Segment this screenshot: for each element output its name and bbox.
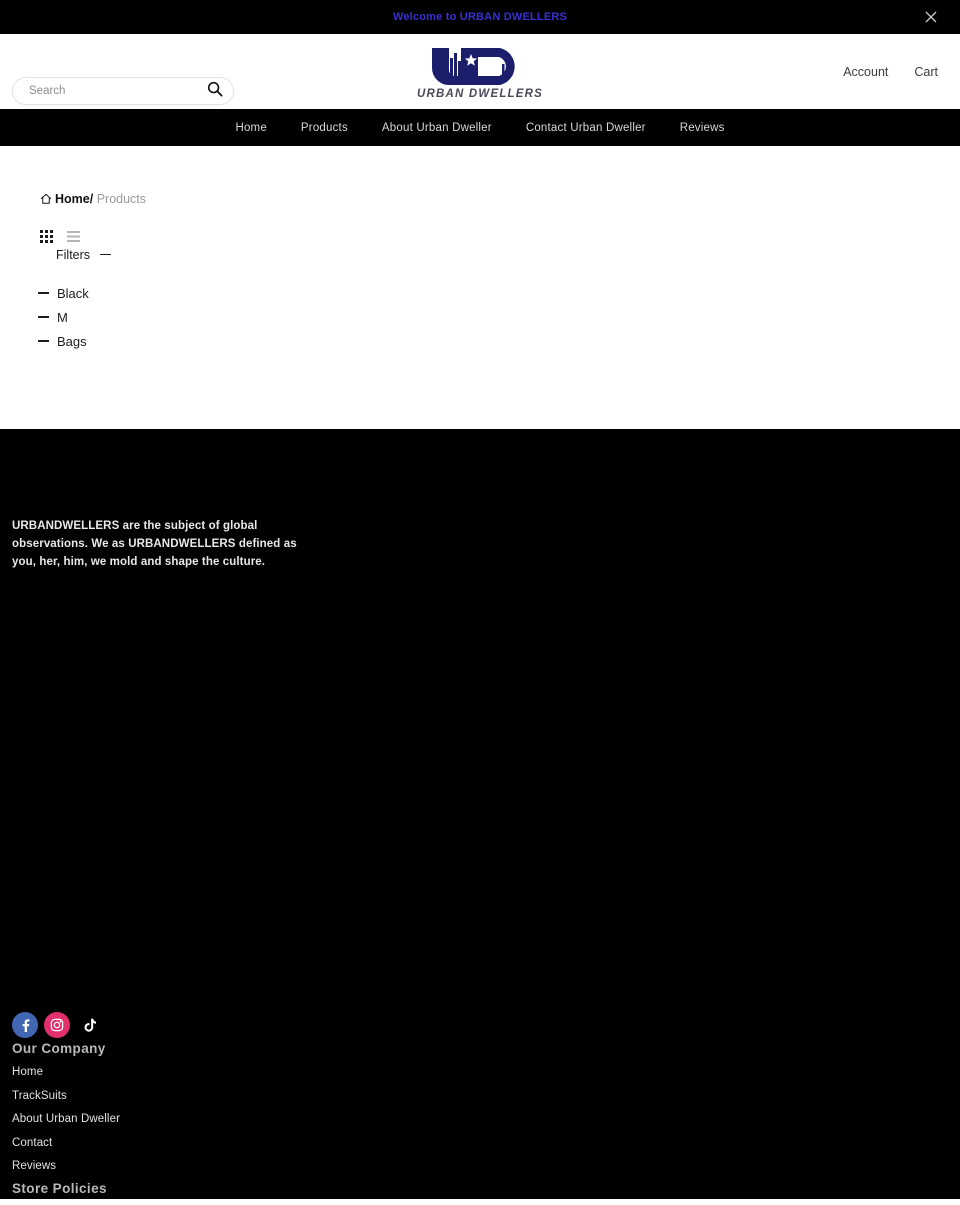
footer-policies-heading: Store Policies xyxy=(12,1181,107,1196)
announcement-bar: Welcome to URBAN DWELLERS xyxy=(0,0,960,34)
nav-item-contact[interactable]: Contact Urban Dweller xyxy=(526,122,646,134)
breadcrumb-home-label: Home xyxy=(55,192,90,206)
logo-icon xyxy=(431,47,515,85)
collection-page: Home/ Products Filters Black M Bags xyxy=(0,146,960,429)
filter-tag-label: M xyxy=(57,309,68,325)
nav-item-home[interactable]: Home xyxy=(235,122,266,134)
remove-filter-icon[interactable] xyxy=(38,292,49,294)
account-link[interactable]: Account xyxy=(843,65,888,79)
breadcrumb-current: Products xyxy=(96,192,147,206)
filter-tag[interactable]: Black xyxy=(38,286,960,301)
breadcrumb-home-link[interactable]: Home xyxy=(40,192,90,206)
search-bar[interactable] xyxy=(12,77,234,105)
filter-tag[interactable]: Bags xyxy=(38,334,960,349)
footer-link-contact[interactable]: Contact xyxy=(12,1137,120,1149)
grid-view-icon[interactable] xyxy=(40,229,53,243)
close-icon[interactable] xyxy=(924,10,938,24)
social-links xyxy=(12,1012,102,1038)
breadcrumb: Home/ Products xyxy=(40,192,150,208)
filters-toggle[interactable]: Filters xyxy=(56,248,960,262)
filter-tag[interactable]: M xyxy=(38,310,960,325)
main-navigation: Home Products About Urban Dweller Contac… xyxy=(0,109,960,146)
footer-brand-blurb: URBANDWELLERS are the subject of global … xyxy=(12,520,297,569)
footer-policies-column: Store Policies Shipping Policy Privacy P… xyxy=(12,1181,107,1205)
instagram-icon[interactable] xyxy=(44,1012,70,1038)
breadcrumb-separator: / xyxy=(89,192,94,206)
site-footer: URBANDWELLERS are the subject of global … xyxy=(0,429,960,1199)
footer-link-home[interactable]: Home xyxy=(12,1066,120,1078)
home-icon xyxy=(40,193,52,204)
logo-wordmark: URBAN DWELLERS xyxy=(416,87,544,100)
list-view-icon[interactable] xyxy=(67,230,80,243)
active-filter-list: Black M Bags xyxy=(38,286,960,349)
footer-company-column: Our Company Home TrackSuits About Urban … xyxy=(12,1041,120,1184)
footer-link-about[interactable]: About Urban Dweller xyxy=(12,1113,120,1125)
filter-tag-label: Bags xyxy=(57,333,87,349)
tiktok-icon[interactable] xyxy=(76,1012,102,1038)
search-icon[interactable] xyxy=(207,81,223,102)
nav-item-reviews[interactable]: Reviews xyxy=(680,122,725,134)
nav-item-about[interactable]: About Urban Dweller xyxy=(382,122,492,134)
facebook-icon[interactable] xyxy=(12,1012,38,1038)
site-logo[interactable]: URBAN DWELLERS xyxy=(417,44,543,100)
footer-link-tracksuits[interactable]: TrackSuits xyxy=(12,1090,120,1102)
filters-label: Filters xyxy=(56,247,91,262)
announcement-text: Welcome to URBAN DWELLERS xyxy=(392,11,568,23)
view-toggle-group xyxy=(40,229,960,243)
footer-company-heading: Our Company xyxy=(12,1041,106,1056)
remove-filter-icon[interactable] xyxy=(38,316,49,318)
cart-link[interactable]: Cart xyxy=(914,65,938,79)
filter-tag-label: Black xyxy=(57,285,89,301)
remove-filter-icon[interactable] xyxy=(38,340,49,342)
minus-icon xyxy=(100,253,112,256)
header-utility-links: Account Cart xyxy=(843,65,938,79)
search-input[interactable] xyxy=(29,85,207,97)
footer-link-reviews[interactable]: Reviews xyxy=(12,1160,120,1172)
nav-item-products[interactable]: Products xyxy=(301,122,348,134)
